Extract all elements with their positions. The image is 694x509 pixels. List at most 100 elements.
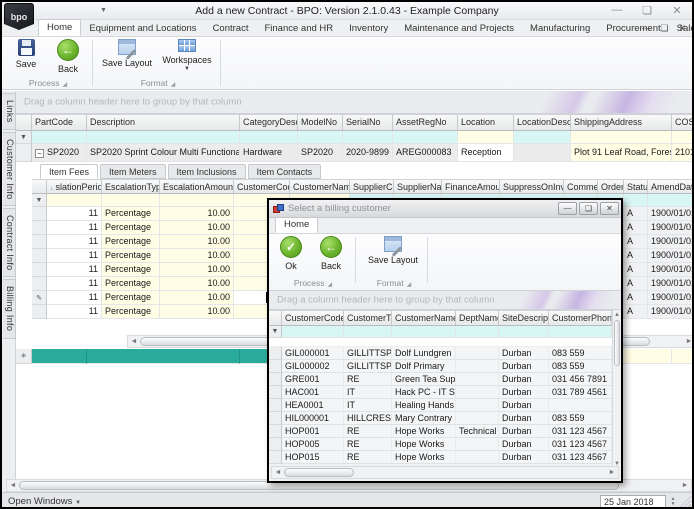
sub-cell-amenddate[interactable]: 1900/01/01 <box>648 263 694 277</box>
cell-customertype[interactable]: GILLITTSPA <box>344 360 392 373</box>
cell-sitedescription[interactable]: Durban <box>499 399 549 412</box>
resize-grip[interactable] <box>679 496 691 508</box>
dialog-group-panel[interactable]: Drag a column header here to group by th… <box>269 291 621 310</box>
format-launcher-icon[interactable]: ◢ <box>407 282 412 288</box>
cell-sitedescription[interactable]: Durban <box>499 360 549 373</box>
cell-sitedescription[interactable]: Durban <box>499 438 549 451</box>
filter-cell-status[interactable] <box>624 194 648 207</box>
filter-cell-amenddate[interactable] <box>648 194 694 207</box>
data-cell-locationdesc[interactable] <box>514 144 571 162</box>
sub-cell-status[interactable]: A <box>624 277 648 291</box>
column-header-locationdesc[interactable]: LocationDesc <box>514 115 571 130</box>
sub-cell-status[interactable]: A <box>624 249 648 263</box>
data-cell-location[interactable]: Reception <box>458 144 514 162</box>
cell-customername[interactable]: Dolf Primary <box>392 360 456 373</box>
sub-cell-amenddate[interactable]: 1900/01/01 <box>648 291 694 305</box>
column-header-comment[interactable]: Comment <box>564 180 598 193</box>
column-header-customername[interactable]: CustomerName <box>290 180 350 193</box>
detail-tab-item-inclusions[interactable]: Item Inclusions <box>168 164 246 179</box>
sub-cell-escalationamount[interactable]: 10.00 <box>160 221 234 235</box>
column-header-location[interactable]: Location <box>458 115 514 130</box>
customer-row[interactable]: HOP005REHope WorksDurban031 123 4567 <box>269 438 621 451</box>
maximize-button[interactable]: ❏ <box>640 4 654 17</box>
scroll-left-icon[interactable]: ◄ <box>272 469 284 476</box>
column-header-serialno[interactable]: SerialNo <box>343 115 393 130</box>
side-tab-contract-info[interactable]: Contract Info <box>3 208 16 277</box>
scroll-right-icon[interactable]: ► <box>606 469 618 476</box>
sub-cell-amenddate[interactable]: 1900/01/01 <box>648 249 694 263</box>
detail-tab-item-contacts[interactable]: Item Contacts <box>248 164 322 179</box>
customer-row[interactable]: HOP001REHope WorksTechnicalDurban031 123… <box>269 425 621 438</box>
dialog-maximize-button[interactable]: ❏ <box>579 202 598 215</box>
filter-cell-slationperiod[interactable] <box>47 194 102 207</box>
column-header-orderno[interactable]: OrderNo <box>598 180 624 193</box>
cell-sitedescription[interactable]: Durban <box>499 451 549 464</box>
cell-customercode[interactable]: HOP015 <box>282 451 344 464</box>
cell-customerphonenumbe[interactable] <box>549 399 612 412</box>
cell-deptname[interactable] <box>456 360 499 373</box>
customer-row[interactable]: HIL000001HILLCRESTPMary ContraryDurban08… <box>269 412 621 425</box>
filter-cell-categorydesc[interactable] <box>240 131 298 144</box>
cell-customername[interactable]: Hack PC - IT Shop <box>392 386 456 399</box>
cell-customertype[interactable]: RE <box>344 373 392 386</box>
date-field[interactable]: 25 Jan 2018 <box>600 495 666 508</box>
dialog-tab-home[interactable]: Home <box>275 216 318 233</box>
column-header-categorydesc[interactable]: CategoryDesc <box>240 115 298 130</box>
filter-cell-serialno[interactable] <box>343 131 393 144</box>
sub-cell-escalationtype[interactable]: Percentage <box>102 263 160 277</box>
customer-row[interactable]: GRE001REGreen Tea Supp...Durban031 456 7… <box>269 373 621 386</box>
cell-deptname[interactable] <box>456 412 499 425</box>
cell-customercode[interactable]: GIL000002 <box>282 360 344 373</box>
save-layout-button[interactable]: Save Layout <box>98 39 156 77</box>
column-header-financeamount[interactable]: FinanceAmount <box>442 180 500 193</box>
mdi-minimize-button[interactable]: — <box>641 23 650 34</box>
cell-customertype[interactable]: IT <box>344 399 392 412</box>
customer-row[interactable]: GIL000002GILLITTSPADolf PrimaryDurban083… <box>269 360 621 373</box>
sub-cell-escalationamount[interactable]: 10.00 <box>160 291 234 305</box>
sub-cell-escalationtype[interactable]: Percentage <box>102 207 160 221</box>
filter-cell-shippingaddress[interactable] <box>571 131 672 144</box>
column-header-deptname[interactable]: DeptName <box>456 311 499 325</box>
dialog-close-button[interactable]: ✕ <box>600 202 619 215</box>
sub-cell-slationperiod[interactable]: 11 <box>47 235 102 249</box>
sub-cell-escalationtype[interactable]: Percentage <box>102 277 160 291</box>
sub-cell-escalationtype[interactable]: Percentage <box>102 291 160 305</box>
column-header-customertype[interactable]: CustomerType <box>344 311 392 325</box>
scroll-up-icon[interactable]: ▲ <box>614 310 620 320</box>
sub-cell-amenddate[interactable]: 1900/01/01 <box>648 277 694 291</box>
filter-cell-assetregno[interactable] <box>393 131 458 144</box>
scroll-thumb[interactable] <box>614 320 620 366</box>
minimize-button[interactable]: — <box>610 4 624 17</box>
sub-cell-slationperiod[interactable]: 11 <box>47 221 102 235</box>
cell-deptname[interactable] <box>456 438 499 451</box>
sub-cell-escalationtype[interactable]: Percentage <box>102 249 160 263</box>
cell-customercode[interactable]: GIL000001 <box>282 347 344 360</box>
detail-tab-item-meters[interactable]: Item Meters <box>100 164 166 179</box>
cell-customername[interactable]: Hope Works <box>392 438 456 451</box>
dialog-hscrollbar[interactable]: ◄ ► <box>271 466 619 479</box>
sub-cell-escalationamount[interactable]: 10.00 <box>160 207 234 221</box>
new-row-cell-partcode[interactable] <box>32 349 87 364</box>
cell-customertype[interactable]: GILLITTSPA <box>344 347 392 360</box>
mdi-restore-button[interactable]: ❏ <box>660 23 668 34</box>
filter-cell-escalationtype[interactable] <box>102 194 160 207</box>
sub-cell-amenddate[interactable]: 1900/01/01 <box>648 235 694 249</box>
column-header-status[interactable]: Status <box>624 180 648 193</box>
filter-cell-cosa[interactable] <box>672 131 694 144</box>
data-cell-partcode[interactable]: −SP2020 <box>32 144 87 162</box>
dialog-save-layout-button[interactable]: Save Layout <box>363 236 423 274</box>
scroll-thumb[interactable] <box>284 468 354 477</box>
dialog-back-button[interactable]: ← Back <box>313 236 349 274</box>
sub-cell-escalationamount[interactable]: 10.00 <box>160 263 234 277</box>
dialog-title-bar[interactable]: Select a billing customer — ❏ ✕ <box>269 200 621 218</box>
data-cell-shippingaddress[interactable]: Plot 91 Leaf Road, Forest Hills,... <box>571 144 672 162</box>
dialog-minimize-button[interactable]: — <box>558 202 577 215</box>
customer-row[interactable]: HOP015REHope WorksDurban031 123 4567 <box>269 451 621 464</box>
cell-customertype[interactable]: RE <box>344 451 392 464</box>
scroll-right-icon[interactable]: ► <box>679 482 691 489</box>
side-tab-links[interactable]: Links <box>3 93 16 130</box>
sub-cell-status[interactable]: A <box>624 207 648 221</box>
sub-cell-slationperiod[interactable]: 11 <box>47 277 102 291</box>
sub-cell-slationperiod[interactable]: 11 <box>47 207 102 221</box>
cell-sitedescription[interactable]: Durban <box>499 425 549 438</box>
